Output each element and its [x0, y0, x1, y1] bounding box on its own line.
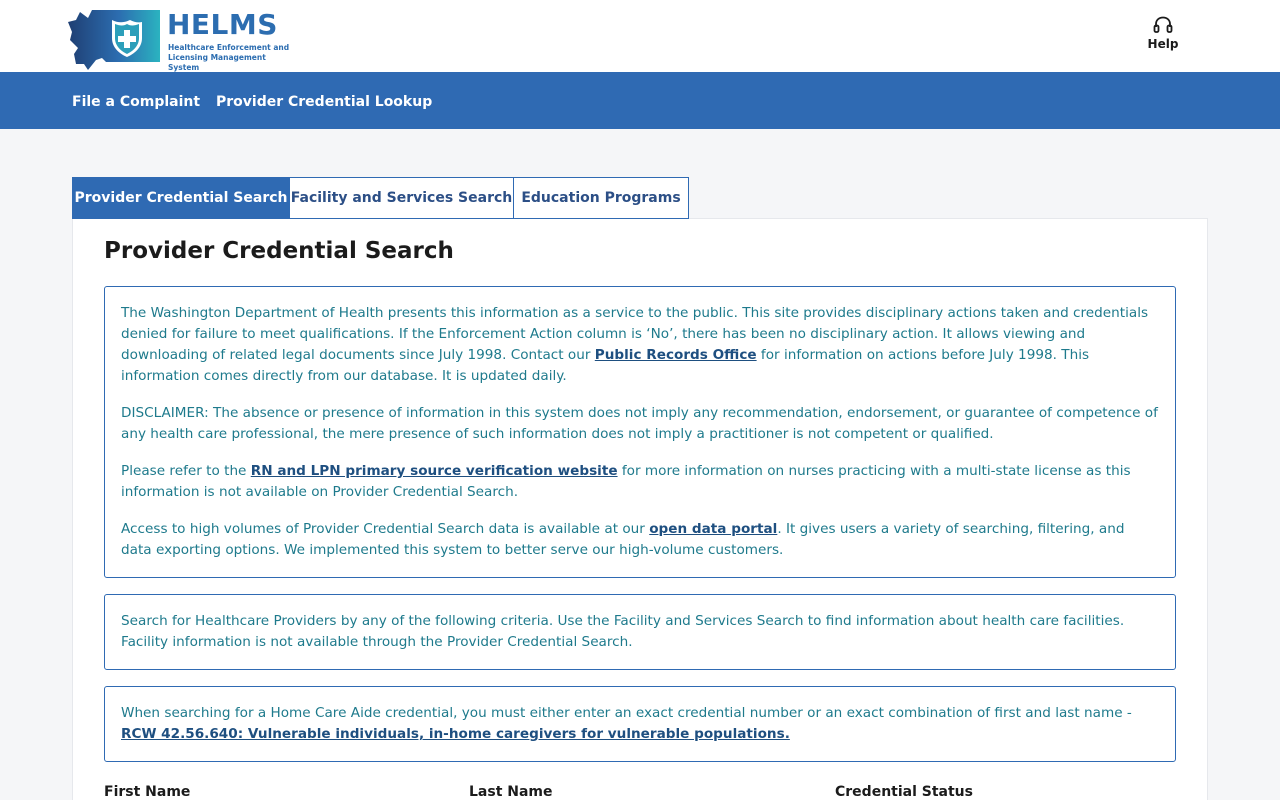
help-button[interactable]: Help	[1140, 14, 1186, 58]
disclaimer-paragraph: DISCLAIMER: The absence or presence of i…	[121, 405, 1158, 442]
tab-facility-and-services-search[interactable]: Facility and Services Search	[289, 177, 514, 219]
criteria-text: Search for Healthcare Providers by any o…	[121, 613, 1125, 650]
criteria-box: Search for Healthcare Providers by any o…	[104, 594, 1176, 670]
rcw-42-56-640-link[interactable]: RCW 42.56.640: Vulnerable individuals, i…	[121, 726, 790, 742]
credential-status-label: Credential Status	[835, 784, 973, 800]
notice-paragraph-3: Please refer to the RN and LPN primary s…	[121, 463, 1131, 500]
nav-provider-credential-lookup[interactable]: Provider Credential Lookup	[216, 94, 432, 110]
public-records-office-link[interactable]: Public Records Office	[595, 347, 757, 363]
notice-paragraph-4: Access to high volumes of Provider Crede…	[121, 521, 1125, 558]
main-nav-bar: File a Complaint Provider Credential Loo…	[0, 72, 1280, 129]
nav-file-a-complaint[interactable]: File a Complaint	[72, 94, 200, 110]
washington-state-logo-icon	[68, 10, 160, 70]
tab-education-programs[interactable]: Education Programs	[513, 177, 689, 219]
logo-wordmark: HELMS	[167, 8, 278, 41]
rn-lpn-verification-link[interactable]: RN and LPN primary source verification w…	[251, 463, 618, 479]
notice-box: The Washington Department of Health pres…	[104, 286, 1176, 578]
top-header: HELMS Healthcare Enforcement and Licensi…	[0, 0, 1280, 72]
notice-paragraph-1: The Washington Department of Health pres…	[121, 305, 1149, 384]
home-care-aide-box: When searching for a Home Care Aide cred…	[104, 686, 1176, 762]
helms-logo[interactable]: HELMS Healthcare Enforcement and Licensi…	[66, 8, 290, 72]
first-name-label: First Name	[104, 784, 191, 800]
home-care-aide-text: When searching for a Home Care Aide cred…	[121, 705, 1132, 742]
logo-subtitle: Healthcare Enforcement and Licensing Man…	[168, 43, 290, 72]
help-label: Help	[1147, 37, 1179, 51]
headset-icon	[1153, 16, 1173, 33]
open-data-portal-link[interactable]: open data portal	[649, 521, 777, 537]
tab-provider-credential-search[interactable]: Provider Credential Search	[72, 177, 290, 219]
last-name-label: Last Name	[469, 784, 553, 800]
page-title: Provider Credential Search	[104, 238, 454, 264]
